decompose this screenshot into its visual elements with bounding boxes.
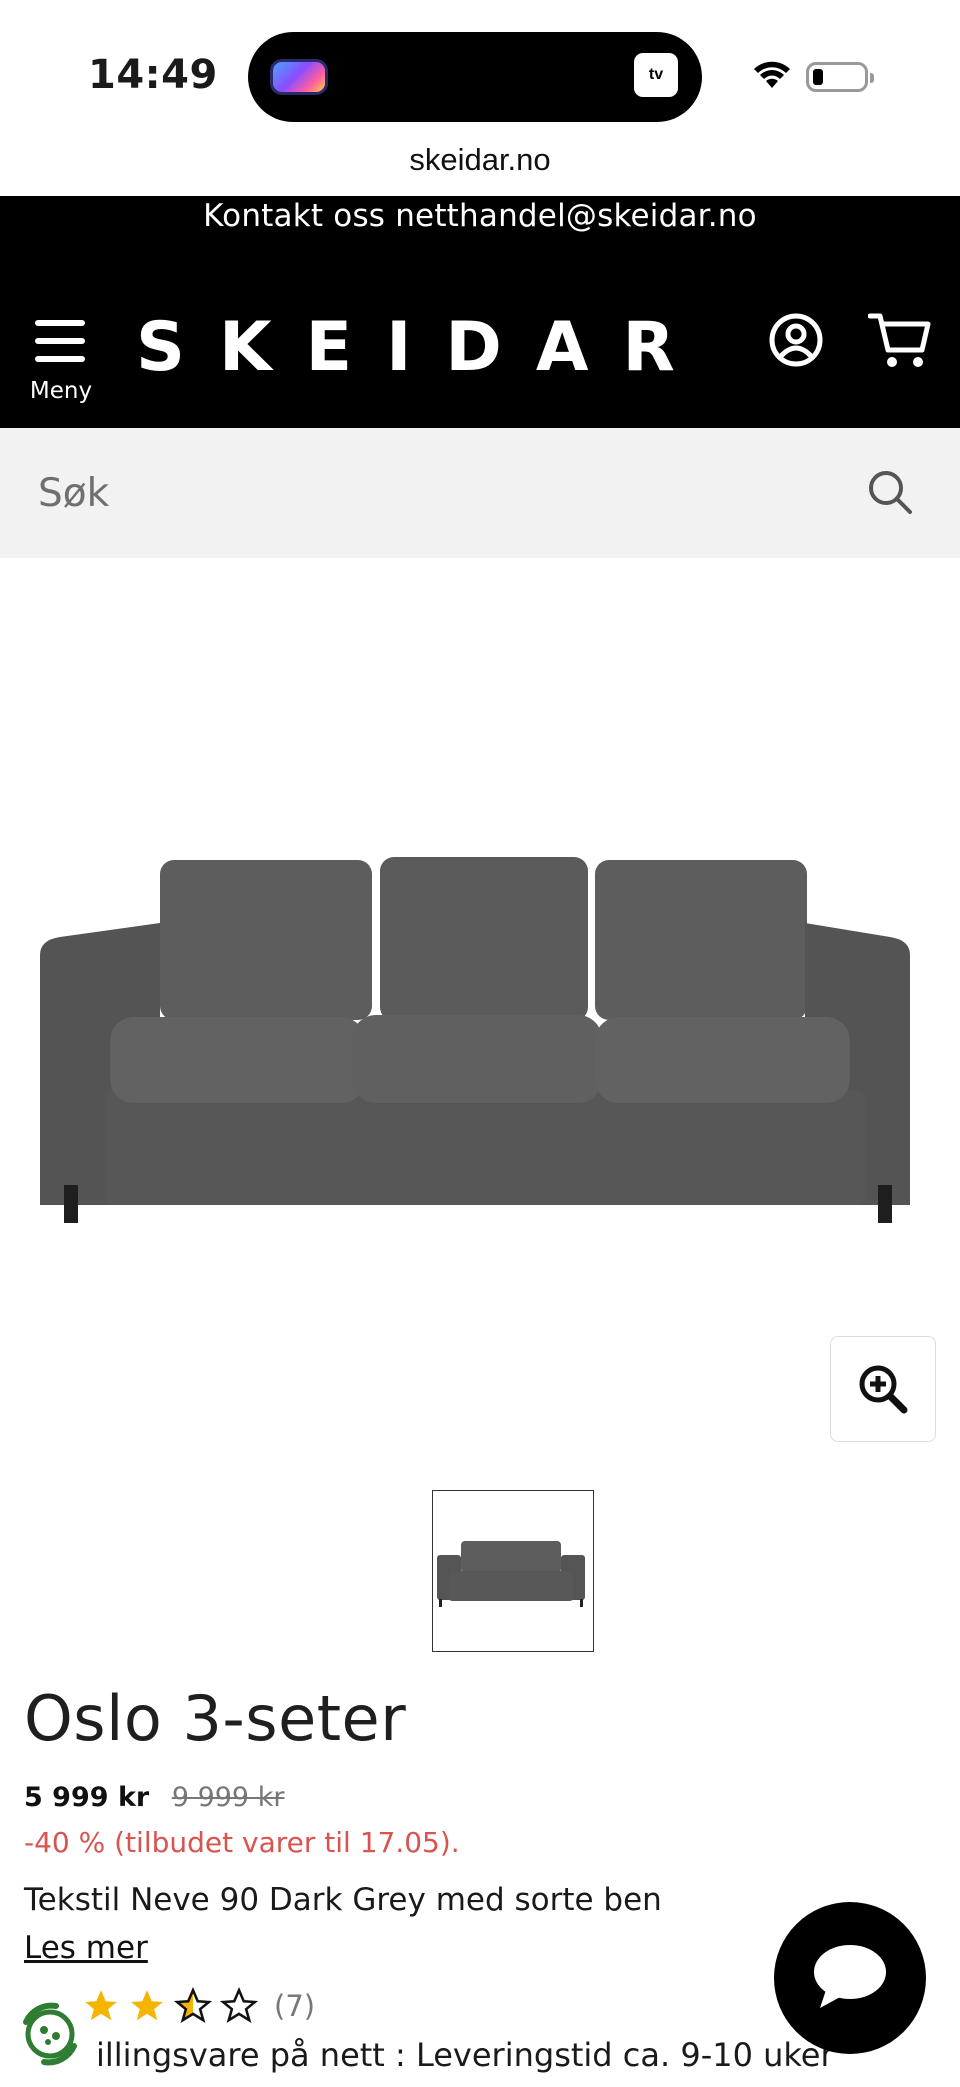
star-icon: [85, 1990, 117, 2021]
zoom-in-icon: [859, 1365, 908, 1414]
read-more-link[interactable]: Les mer: [24, 1930, 148, 1966]
price-old: 9 999 kr: [171, 1782, 285, 1813]
eco-badge-icon: [23, 2002, 77, 2066]
star-icon: [131, 1990, 163, 2021]
site-header: Kontakt oss netthandel@skeidar.no Meny S…: [0, 196, 960, 428]
dynamic-island: tv: [248, 32, 702, 122]
menu-label: Meny: [29, 378, 93, 404]
live-activity-app-icon: [270, 59, 328, 95]
menu-button[interactable]: Meny: [28, 316, 94, 408]
cart-icon[interactable]: [868, 310, 932, 370]
chat-button[interactable]: [774, 1902, 926, 2054]
price-row: 5 999 kr 9 999 kr: [24, 1782, 284, 1813]
rating-count: (7): [274, 1989, 316, 2023]
search-input[interactable]: [38, 463, 838, 523]
delivery-info: illingsvare på nett : Leveringstid ca. 9…: [96, 2036, 834, 2074]
rating-stars[interactable]: (7): [82, 1986, 315, 2026]
star-empty-icon: [220, 1987, 258, 2024]
skeidar-logo[interactable]: SKEIDAR: [136, 308, 709, 387]
chat-icon: [814, 1945, 886, 2008]
product-title: Oslo 3-seter: [24, 1682, 407, 1755]
zoom-button[interactable]: [830, 1336, 936, 1442]
browser-url[interactable]: skeidar.no: [0, 142, 960, 178]
contact-banner[interactable]: Kontakt oss netthandel@skeidar.no: [0, 196, 960, 236]
status-time: 14:49: [88, 52, 218, 98]
hamburger-icon: [35, 320, 85, 326]
search-icon[interactable]: [866, 468, 914, 516]
apple-tv-icon: tv: [634, 53, 678, 97]
discount-text: -40 % (tilbudet varer til 17.05).: [24, 1826, 460, 1859]
variant-description: Tekstil Neve 90 Dark Grey med sorte ben: [24, 1882, 662, 1918]
search-bar: [0, 428, 960, 558]
thumbnail-sofa-image: [437, 1541, 585, 1607]
price-current: 5 999 kr: [24, 1782, 150, 1813]
battery-icon: [806, 62, 874, 92]
account-icon[interactable]: [768, 312, 824, 368]
ios-status-bar: 14:49 tv: [0, 0, 960, 150]
star-half-icon: [174, 1987, 212, 2024]
product-thumbnail[interactable]: [432, 1490, 594, 1652]
product-image-sofa: [40, 857, 910, 1223]
apple-tv-label: tv: [648, 66, 664, 83]
wifi-icon: [754, 61, 790, 88]
